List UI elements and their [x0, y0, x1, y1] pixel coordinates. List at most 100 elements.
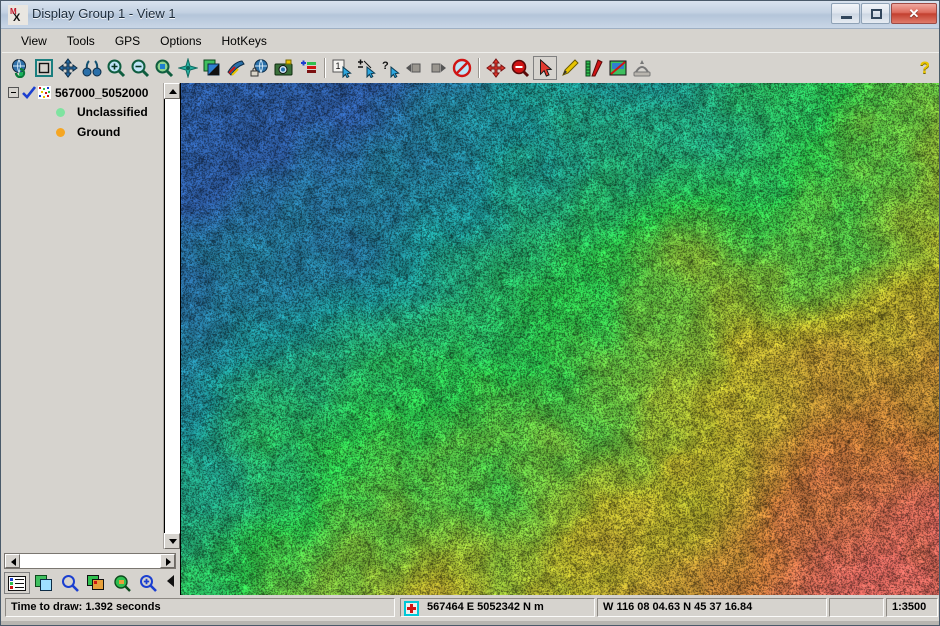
ground-color-dot — [56, 127, 65, 137]
panel-zoom-plus[interactable] — [136, 573, 160, 593]
checkmark-icon[interactable] — [22, 85, 36, 100]
panel-duplicate-layer[interactable] — [32, 573, 56, 593]
close-button[interactable]: ✕ — [891, 3, 937, 24]
toolbar-binoculars[interactable] — [81, 57, 103, 79]
toolbar-pan[interactable] — [57, 57, 79, 79]
toolbar-zoom-in[interactable] — [105, 57, 127, 79]
panel-scroll-left[interactable] — [166, 574, 176, 593]
toolbar-fit-window[interactable] — [33, 57, 55, 79]
status-scale: 1:3500 — [886, 598, 938, 617]
menu-tools[interactable]: Tools — [58, 31, 104, 51]
expander-icon[interactable] — [8, 87, 19, 98]
toolbar-select-plus-minus[interactable] — [355, 57, 377, 79]
unclassified-color-dot — [56, 107, 65, 117]
toolbar-zoom-region[interactable] — [153, 57, 175, 79]
minimize-button[interactable] — [831, 3, 860, 24]
step-back-icon — [406, 63, 421, 73]
window-controls: ✕ — [830, 3, 937, 25]
unclassified-label: Unclassified — [77, 105, 148, 119]
pan-icon — [58, 58, 78, 78]
help-icon[interactable]: ? — [920, 58, 930, 78]
image-thumbnail-icon — [87, 575, 104, 590]
toolbar-step-back[interactable] — [403, 57, 425, 79]
magnifier-icon — [62, 575, 79, 592]
panel-image-thumbnail[interactable] — [84, 573, 108, 593]
status-projected-coords: 567464 E 5052342 N m — [400, 598, 595, 617]
add-layer-icon — [301, 60, 316, 73]
maximize-button[interactable] — [861, 3, 890, 24]
image-zoom-icon — [114, 574, 131, 592]
scroll-left-button[interactable] — [5, 554, 20, 568]
globe-lock-icon — [250, 59, 268, 77]
scroll-right-button[interactable] — [160, 554, 175, 568]
menu-gps[interactable]: GPS — [106, 31, 149, 51]
toolbar-arrow-pointer[interactable] — [533, 56, 557, 80]
legend-list-icon — [8, 575, 26, 591]
scroll-up-button[interactable] — [164, 83, 180, 99]
fit-window-icon — [35, 59, 53, 77]
duplicate-layer-icon — [35, 575, 52, 591]
image-edit-icon — [609, 60, 627, 76]
query-select-icon: ? — [382, 60, 400, 78]
arrow-pointer-icon — [540, 59, 553, 77]
panel-magnifier[interactable] — [58, 573, 82, 593]
tree-vertical-scrollbar[interactable] — [163, 83, 181, 549]
toolbar-globe-refresh[interactable] — [9, 57, 31, 79]
panel-image-zoom[interactable] — [110, 573, 134, 593]
lidar-point-cloud-view[interactable] — [181, 83, 939, 595]
tree-child-ground[interactable]: Ground — [4, 122, 162, 142]
chevron-left-icon — [167, 574, 174, 587]
toolbar-sparkle[interactable] — [177, 57, 199, 79]
map-viewport[interactable] — [180, 83, 939, 595]
toolbar-step-forward[interactable] — [427, 57, 449, 79]
status-draw-time: Time to draw: 1.392 seconds — [5, 598, 395, 617]
toolbar-query-select[interactable]: ? — [379, 57, 401, 79]
toolbar-image-edit[interactable] — [607, 57, 629, 79]
toolbar-color-tools[interactable] — [225, 57, 247, 79]
toolbar-zoom-out[interactable] — [129, 57, 151, 79]
scroll-down-button[interactable] — [164, 533, 180, 549]
panel-legend-list[interactable] — [4, 572, 30, 594]
toolbar-zoom-out-circle[interactable] — [509, 57, 531, 79]
toolbar-ruler[interactable] — [583, 57, 605, 79]
close-icon: ✕ — [908, 6, 920, 21]
scroll-track[interactable] — [164, 99, 181, 533]
menu-options[interactable]: Options — [151, 31, 210, 51]
layer-tree: 567000_5052000 Unclassified Ground — [4, 83, 162, 549]
main-toolbar: 1 ? ? — [2, 52, 939, 83]
toolbar-profile-view[interactable] — [631, 57, 653, 79]
tree-child-unclassified[interactable]: Unclassified — [4, 102, 162, 122]
menu-view[interactable]: View — [12, 31, 56, 51]
profile-view-icon — [633, 60, 651, 77]
binoculars-icon — [82, 60, 102, 77]
toolbar-globe-lock[interactable] — [249, 57, 271, 79]
toolbar-camera[interactable] — [273, 57, 295, 79]
mx-app-icon: M X — [8, 5, 28, 25]
camera-icon — [274, 59, 293, 76]
toolbar-no-entry[interactable] — [451, 57, 473, 79]
move-crosshair-icon — [486, 58, 506, 78]
ruler-icon — [585, 59, 603, 77]
no-entry-icon — [452, 58, 472, 78]
panel-tool-strip — [4, 572, 176, 594]
toolbar-add-layer[interactable] — [297, 57, 319, 79]
color-tools-icon — [227, 60, 245, 76]
window-title: Display Group 1 - View 1 — [32, 6, 176, 21]
menu-hotkeys[interactable]: HotKeys — [213, 31, 276, 51]
title-bar: M X Display Group 1 - View 1 ✕ — [1, 1, 939, 29]
svg-text:X: X — [13, 12, 21, 24]
window-bottom-edge — [1, 621, 939, 625]
select-plus-minus-icon — [358, 59, 376, 78]
svg-text:1: 1 — [336, 61, 341, 71]
menu-bar: View Tools GPS Options HotKeys — [2, 29, 939, 52]
toolbar-layers[interactable] — [201, 57, 223, 79]
toolbar-move-crosshair[interactable] — [485, 57, 507, 79]
crosshair-target-icon — [404, 601, 419, 616]
toolbar-select-one[interactable]: 1 — [331, 57, 353, 79]
toolbar-pencil[interactable] — [559, 57, 581, 79]
status-blank-cell — [829, 598, 884, 617]
tree-root-row[interactable]: 567000_5052000 — [4, 83, 162, 102]
status-geographic-coords: W 116 08 04.63 N 45 37 16.84 — [597, 598, 827, 617]
layer-tree-panel: 567000_5052000 Unclassified Ground — [2, 83, 181, 595]
tree-horizontal-scrollbar[interactable] — [4, 553, 176, 569]
